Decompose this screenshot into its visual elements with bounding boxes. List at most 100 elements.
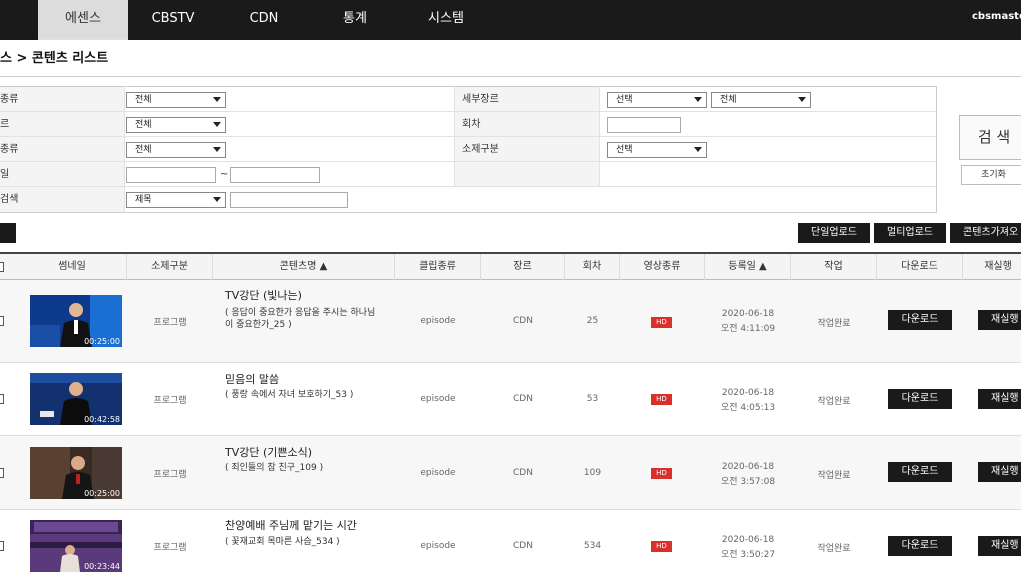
rerun-button[interactable]: 재실행 [978, 310, 1021, 330]
tab-cdn[interactable]: CDN [218, 0, 310, 40]
hd-badge: HD [651, 468, 672, 479]
user-name[interactable]: cbsmaster [972, 0, 1021, 34]
tab-essence[interactable]: 에센스 [38, 0, 128, 40]
video-thumbnail[interactable]: 00:25:00 [30, 295, 122, 347]
table-row: 00:23:44 프로그램 찬양예배 주님께 맡기는 시간 ( 꽃재교회 목마른… [0, 510, 1021, 580]
clip-type-cell: episode [420, 468, 456, 478]
search-button[interactable]: 검 색 [959, 115, 1021, 160]
genre-cell: CDN [513, 394, 533, 404]
time-cell: 오전 3:57:08 [720, 477, 776, 487]
divider [936, 86, 937, 213]
tab-stats[interactable]: 통계 [310, 0, 400, 40]
time-cell: 오전 3:50:27 [720, 550, 776, 560]
content-title-link[interactable]: 믿음의 말씀 [225, 371, 279, 387]
column-header: 작업 [791, 254, 877, 280]
genre-cell: CDN [513, 468, 533, 478]
content-subtitle: ( 죄인들의 참 친구_109 ) [225, 463, 324, 473]
single-upload-button[interactable]: 단일업로드 [798, 223, 870, 243]
sub-genre-select-2[interactable]: 전체 [711, 92, 811, 108]
column-header: 장르 [481, 254, 565, 280]
table-row: 00:25:00 프로그램 TV강단 (빛나는) ( 응답이 중요한가 응답을 … [0, 280, 1021, 363]
clip-type-cell: episode [420, 316, 456, 326]
row-checkbox[interactable] [0, 468, 4, 478]
top-nav: 에센스 CBSTV CDN 통계 시스템 cbsmaster [0, 0, 1021, 40]
reset-button[interactable]: 초기화 [961, 165, 1021, 185]
video-thumbnail[interactable]: 00:25:00 [30, 447, 122, 499]
hd-badge: HD [651, 317, 672, 328]
subject-select[interactable]: 선택 [607, 142, 707, 158]
date-range-separator: ~ [220, 169, 229, 180]
select-all-checkbox[interactable] [0, 262, 4, 272]
column-header: 회차 [565, 254, 620, 280]
sub-genre-label: 세부장르 [462, 94, 499, 105]
sort-by-date-header[interactable]: 등록일 ▲ [705, 254, 791, 280]
episode-cell: 25 [586, 316, 599, 326]
status-cell: 작업완료 [817, 397, 851, 407]
table-header: 썸네일 소제구분 콘텐츠명 ▲ 클립종류 장르 회차 영상종류 등록일 ▲ 작업… [0, 252, 1021, 280]
date-to-input[interactable] [230, 167, 320, 183]
row-checkbox[interactable] [0, 316, 4, 326]
import-contents-button[interactable]: 콘텐츠가져오 [950, 223, 1021, 243]
filter-label: 일 [0, 169, 10, 180]
filter-row: 르 전체 회차 [0, 112, 936, 137]
divider [0, 76, 1021, 77]
episode-cell: 534 [583, 541, 602, 551]
date-cell: 2020-06-18 [721, 388, 775, 398]
time-cell: 오전 4:05:13 [720, 403, 776, 413]
filter-label: 검색 [0, 194, 19, 205]
filter-row: 검색 제목 [0, 187, 936, 212]
download-button[interactable]: 다운로드 [888, 536, 952, 556]
column-header: 재실행 [984, 261, 1012, 272]
subject-cell: 프로그램 [153, 318, 187, 328]
date-from-input[interactable] [126, 167, 216, 183]
filter-row: 종류 전체 소제구분 선택 [0, 137, 936, 162]
type-select[interactable]: 전체 [126, 92, 226, 108]
content-title-link[interactable]: 찬양예배 주님께 맡기는 시간 [225, 517, 357, 533]
clip-type-cell: episode [420, 394, 456, 404]
download-button[interactable]: 다운로드 [888, 310, 952, 330]
video-type-select[interactable]: 전체 [126, 142, 226, 158]
episode-label: 회차 [462, 119, 481, 130]
content-subtitle: ( 꽃재교회 목마른 사슴_534 ) [225, 537, 340, 547]
tab-cbstv[interactable]: CBSTV [128, 0, 218, 40]
select-all-action-button[interactable] [0, 223, 16, 243]
rerun-button[interactable]: 재실행 [978, 462, 1021, 482]
column-header: 썸네일 [18, 254, 127, 280]
sub-genre-select-1[interactable]: 선택 [607, 92, 707, 108]
sort-by-title-header[interactable]: 콘텐츠명 ▲ [213, 254, 395, 280]
row-checkbox[interactable] [0, 394, 4, 404]
divider [124, 86, 125, 213]
multi-upload-button[interactable]: 멀티업로드 [874, 223, 946, 243]
video-thumbnail[interactable]: 00:23:44 [30, 520, 122, 572]
video-duration: 00:23:44 [84, 562, 120, 571]
divider [454, 86, 455, 186]
content-title-link[interactable]: TV강단 (빛나는) [225, 287, 302, 303]
rerun-button[interactable]: 재실행 [978, 536, 1021, 556]
video-duration: 00:25:00 [84, 489, 120, 498]
search-keyword-input[interactable] [230, 192, 348, 208]
genre-select[interactable]: 전체 [126, 117, 226, 133]
column-header: 클립종류 [395, 254, 481, 280]
rerun-button[interactable]: 재실행 [978, 389, 1021, 409]
content-subtitle: ( 응답이 중요한가 응답을 주시는 하나님이 중요한가_25 ) [225, 308, 376, 330]
download-button[interactable]: 다운로드 [888, 389, 952, 409]
row-checkbox[interactable] [0, 541, 4, 551]
search-field-select[interactable]: 제목 [126, 192, 226, 208]
date-cell: 2020-06-18 [721, 462, 775, 472]
clip-type-cell: episode [420, 541, 456, 551]
status-cell: 작업완료 [817, 544, 851, 554]
table-row: 00:42:58 프로그램 믿음의 말씀 ( 풍랑 속에서 자녀 보호하기_53… [0, 363, 1021, 436]
time-cell: 오전 4:11:09 [720, 324, 776, 334]
genre-cell: CDN [513, 316, 533, 326]
tab-system[interactable]: 시스템 [400, 0, 492, 40]
filter-row: 일 ~ [0, 162, 936, 187]
filter-row: 종류 전체 세부장르 선택 전체 [0, 87, 936, 112]
hd-badge: HD [651, 541, 672, 552]
column-header: 영상종류 [620, 254, 705, 280]
video-thumbnail[interactable]: 00:42:58 [30, 373, 122, 425]
divider [599, 86, 600, 186]
episode-input[interactable] [607, 117, 681, 133]
content-title-link[interactable]: TV강단 (기쁜소식) [225, 444, 312, 460]
download-button[interactable]: 다운로드 [888, 462, 952, 482]
subject-cell: 프로그램 [153, 470, 187, 480]
